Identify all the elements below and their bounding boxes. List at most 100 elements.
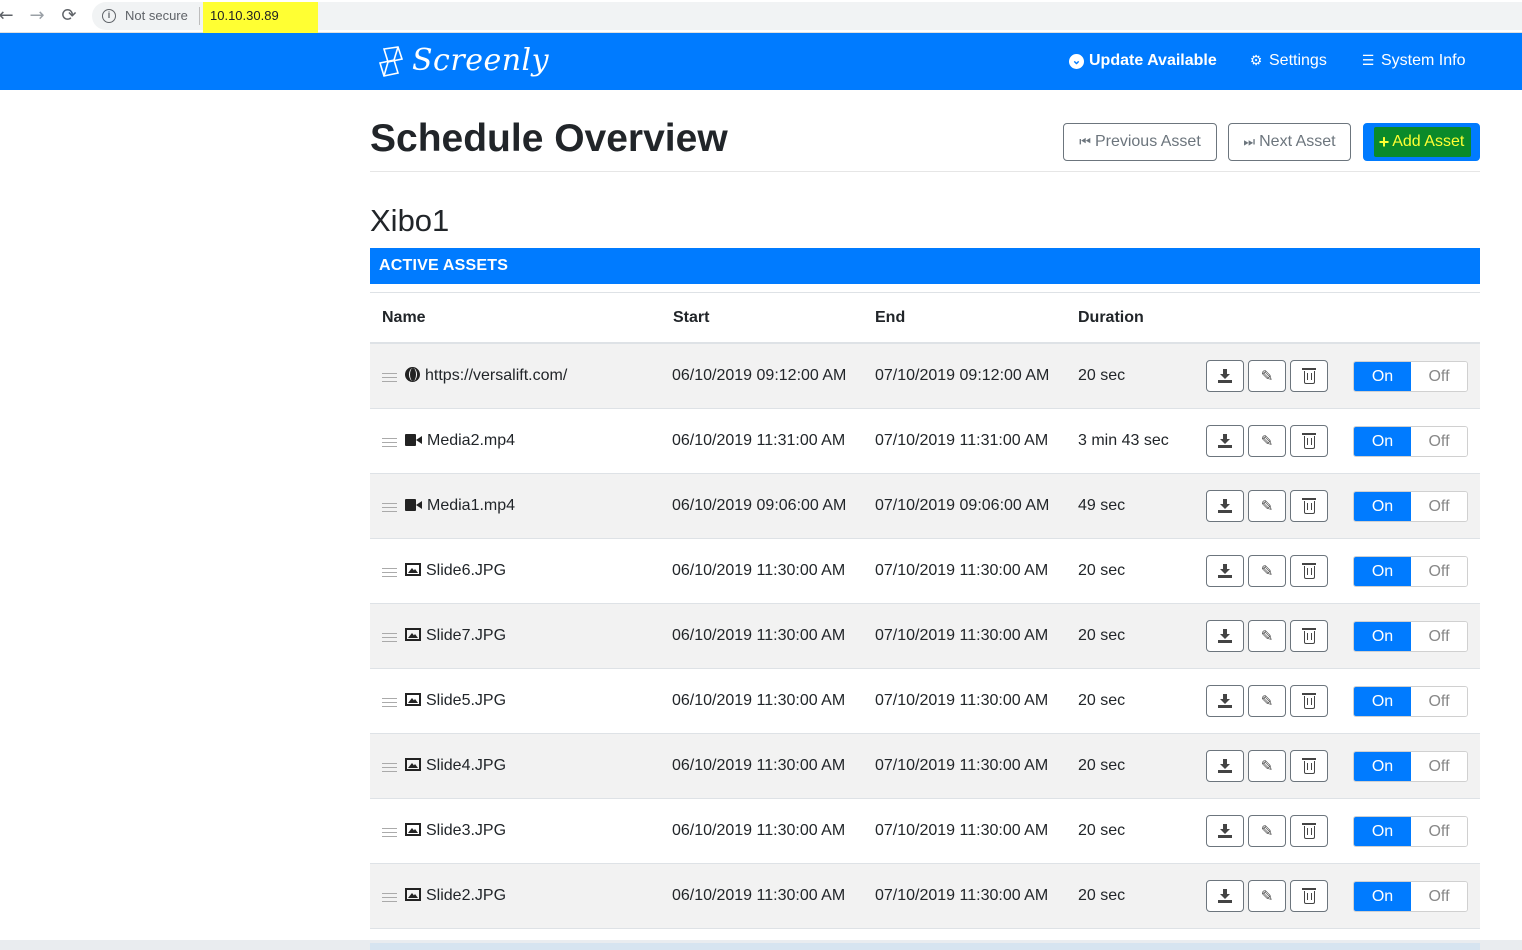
asset-duration: 20 sec [1078,627,1126,644]
address-bar[interactable]: i Not secure 10.10.30.89 [92,2,1522,34]
trash-icon [1301,888,1316,904]
edit-button[interactable]: ✎ [1248,555,1286,587]
download-button[interactable] [1206,360,1244,392]
url-text[interactable]: 10.10.30.89 [210,8,279,23]
asset-name: Slide6.JPG [426,562,507,579]
asset-name-cell[interactable]: Slide2.JPG [405,887,506,905]
enable-toggle[interactable]: On Off [1353,426,1468,457]
delete-button[interactable] [1290,360,1328,392]
drag-handle-icon[interactable] [382,698,397,707]
download-button[interactable] [1206,425,1244,457]
drag-handle-icon[interactable] [382,503,397,512]
column-header-start[interactable]: Start [673,309,709,327]
edit-button[interactable]: ✎ [1248,360,1286,392]
column-header-duration[interactable]: Duration [1078,309,1144,327]
toggle-on-button[interactable]: On [1354,752,1411,781]
screenly-logo-icon [378,46,404,77]
asset-name-cell[interactable]: Slide3.JPG [405,822,506,840]
previous-asset-button[interactable]: ⏮ Previous Asset [1063,123,1217,161]
download-button[interactable] [1206,750,1244,782]
toggle-on-button[interactable]: On [1354,362,1411,391]
asset-name-cell[interactable]: Slide5.JPG [405,692,506,710]
asset-name-cell[interactable]: Media1.mp4 [405,497,515,515]
drag-handle-icon[interactable] [382,373,397,382]
toggle-on-button[interactable]: On [1354,557,1411,586]
next-asset-button[interactable]: ⏭ Next Asset [1228,123,1351,161]
asset-name-cell[interactable]: https://versalift.com/ [405,367,567,385]
nav-update-available[interactable]: ⌄ Update Available [1069,52,1217,70]
download-button[interactable] [1206,880,1244,912]
enable-toggle[interactable]: On Off [1353,816,1468,847]
delete-button[interactable] [1290,425,1328,457]
browser-toolbar: ← → ⟳ i Not secure 10.10.30.89 [0,0,1522,34]
reload-icon[interactable]: ⟳ [59,6,79,26]
toggle-on-button[interactable]: On [1354,492,1411,521]
edit-button[interactable]: ✎ [1248,815,1286,847]
trash-icon [1301,368,1316,384]
toggle-off-button[interactable]: Off [1411,427,1467,456]
drag-handle-icon[interactable] [382,828,397,837]
download-button[interactable] [1206,555,1244,587]
asset-name-cell[interactable]: Media2.mp4 [405,432,515,450]
download-button[interactable] [1206,685,1244,717]
asset-name: Slide7.JPG [426,627,507,644]
forward-arrow-icon[interactable]: → [27,6,47,26]
toggle-off-button[interactable]: Off [1411,622,1467,651]
download-button[interactable] [1206,815,1244,847]
toggle-off-button[interactable]: Off [1411,687,1467,716]
delete-button[interactable] [1290,620,1328,652]
drag-handle-icon[interactable] [382,763,397,772]
drag-handle-icon[interactable] [382,893,397,902]
toggle-off-button[interactable]: Off [1411,817,1467,846]
toggle-on-button[interactable]: On [1354,622,1411,651]
enable-toggle[interactable]: On Off [1353,491,1468,522]
info-icon[interactable]: i [102,9,116,23]
pencil-icon: ✎ [1260,627,1274,645]
toggle-off-button[interactable]: Off [1411,557,1467,586]
edit-button[interactable]: ✎ [1248,425,1286,457]
toggle-off-button[interactable]: Off [1411,882,1467,911]
asset-name: Media2.mp4 [427,432,516,449]
toggle-on-button[interactable]: On [1354,882,1411,911]
asset-duration: 20 sec [1078,757,1126,774]
nav-settings[interactable]: ⚙ Settings [1248,52,1327,70]
gears-icon: ⚙ [1249,53,1263,69]
drag-handle-icon[interactable] [382,568,397,577]
asset-name-cell[interactable]: Slide4.JPG [405,757,506,775]
enable-toggle[interactable]: On Off [1353,751,1468,782]
enable-toggle[interactable]: On Off [1353,621,1468,652]
drag-handle-icon[interactable] [382,633,397,642]
download-button[interactable] [1206,620,1244,652]
delete-button[interactable] [1290,555,1328,587]
enable-toggle[interactable]: On Off [1353,361,1468,392]
column-header-name[interactable]: Name [382,309,426,327]
nav-system-info[interactable]: ☰ System Info [1360,52,1466,70]
delete-button[interactable] [1290,880,1328,912]
edit-button[interactable]: ✎ [1248,880,1286,912]
asset-end: 07/10/2019 11:30:00 AM [875,757,1049,774]
back-arrow-icon[interactable]: ← [0,6,16,26]
edit-button[interactable]: ✎ [1248,490,1286,522]
edit-button[interactable]: ✎ [1248,750,1286,782]
toggle-on-button[interactable]: On [1354,817,1411,846]
add-asset-button[interactable]: + Add Asset [1363,123,1480,161]
asset-name-cell[interactable]: Slide7.JPG [405,627,506,645]
enable-toggle[interactable]: On Off [1353,556,1468,587]
enable-toggle[interactable]: On Off [1353,686,1468,717]
toggle-off-button[interactable]: Off [1411,752,1467,781]
toggle-on-button[interactable]: On [1354,427,1411,456]
delete-button[interactable] [1290,685,1328,717]
delete-button[interactable] [1290,815,1328,847]
toggle-off-button[interactable]: Off [1411,362,1467,391]
asset-name-cell[interactable]: Slide6.JPG [405,562,506,580]
column-header-end[interactable]: End [875,309,905,327]
toggle-off-button[interactable]: Off [1411,492,1467,521]
delete-button[interactable] [1290,490,1328,522]
drag-handle-icon[interactable] [382,438,397,447]
download-button[interactable] [1206,490,1244,522]
enable-toggle[interactable]: On Off [1353,881,1468,912]
edit-button[interactable]: ✎ [1248,685,1286,717]
edit-button[interactable]: ✎ [1248,620,1286,652]
toggle-on-button[interactable]: On [1354,687,1411,716]
delete-button[interactable] [1290,750,1328,782]
